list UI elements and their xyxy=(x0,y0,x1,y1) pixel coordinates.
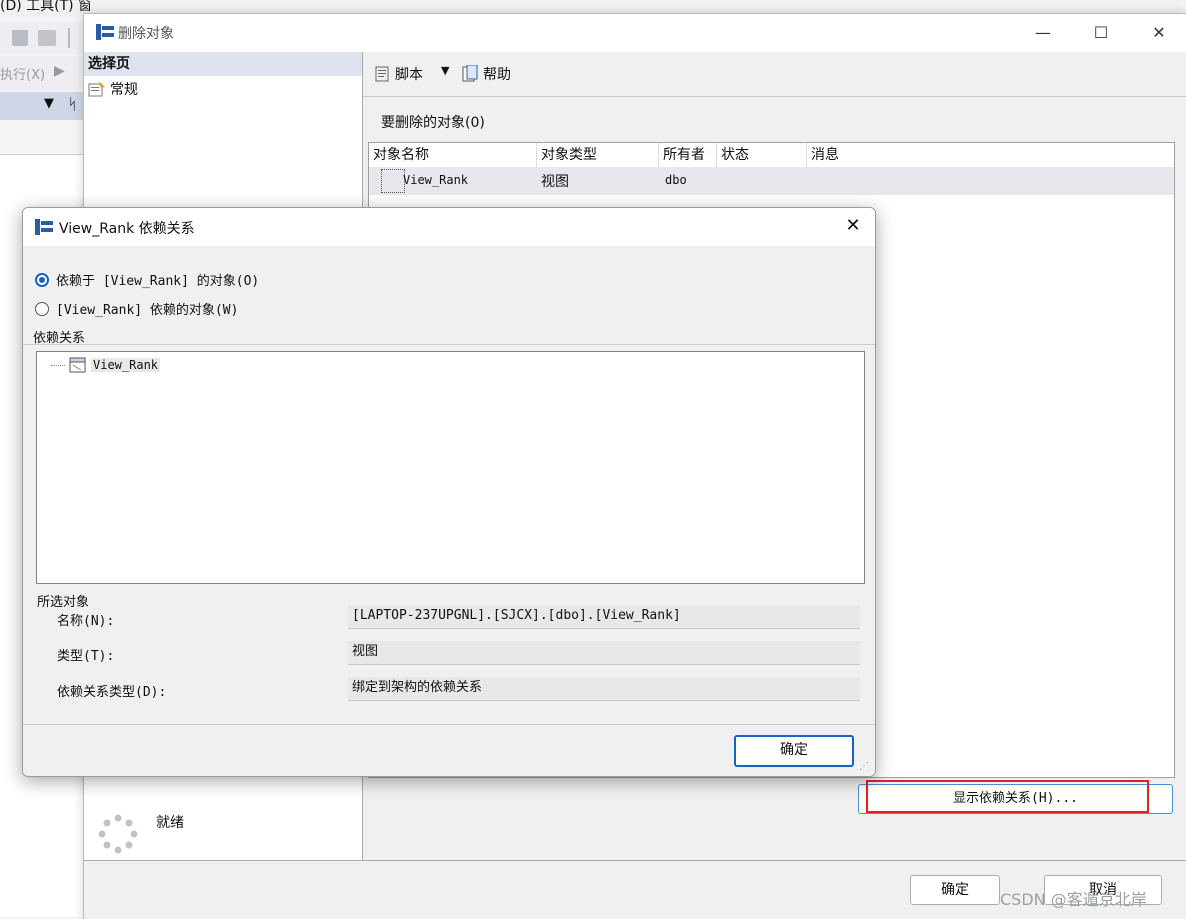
ok-button[interactable]: 确定 xyxy=(734,735,854,767)
radio-selected-icon xyxy=(35,272,49,287)
divider xyxy=(23,344,875,345)
toolbar-icons xyxy=(12,28,70,48)
name-field[interactable]: [LAPTOP-237UPGNL].[SJCX].[dbo].[View_Ran… xyxy=(348,605,860,629)
script-icon xyxy=(375,66,389,82)
ssms-menu-text[interactable]: (D) 工具(T) 窗口(W) 社区(C) 帮助(H) xyxy=(0,0,90,15)
ssms-exec-bar: 执行(X) ▶ xyxy=(0,56,84,90)
ssms-panel-header: ▼ ᛋ xyxy=(0,92,84,120)
row-icon xyxy=(381,169,405,193)
type-field[interactable]: 视图 xyxy=(348,641,860,665)
close-icon[interactable]: ✕ xyxy=(841,214,865,238)
cell-type: 视图 xyxy=(541,174,569,190)
dependency-type-field[interactable]: 绑定到架构的依赖关系 xyxy=(348,677,860,701)
dependencies-dialog: View_Rank 依赖关系 ✕ 依赖于 [View_Rank] 的对象(O) … xyxy=(22,207,876,777)
table-row[interactable]: View_Rank 视图 dbo xyxy=(369,167,1174,195)
highlight-box xyxy=(866,780,1149,813)
play-icon[interactable]: ▶ xyxy=(54,63,65,79)
page-item-label: 常规 xyxy=(110,82,138,98)
page-icon xyxy=(88,81,105,97)
help-icon xyxy=(462,65,478,82)
column-header[interactable]: 消息 xyxy=(807,143,1174,167)
script-label: 脚本 xyxy=(395,67,423,83)
view-icon xyxy=(69,357,86,373)
page-item-general[interactable]: 常规 xyxy=(88,79,138,99)
tree-line xyxy=(51,364,65,366)
column-header[interactable]: 所有者 xyxy=(659,143,717,167)
pin-icon[interactable]: ᛋ xyxy=(68,95,77,113)
ssms-toolbar xyxy=(0,22,84,54)
tree-item[interactable]: View_Rank xyxy=(51,357,161,373)
cell-owner: dbo xyxy=(665,173,687,187)
close-icon[interactable]: ✕ xyxy=(1136,18,1182,48)
script-dropdown-icon[interactable]: ▼ xyxy=(441,64,449,77)
delete-dialog-titlebar: 删除对象 — ☐ ✕ xyxy=(84,14,1186,52)
radio-label: [View_Rank] 依赖的对象(W) xyxy=(56,303,239,318)
resize-grip-icon[interactable]: ⋰ xyxy=(859,761,869,772)
column-header[interactable]: 状态 xyxy=(717,143,807,167)
progress-spinner-icon xyxy=(98,814,138,854)
dialog-app-icon xyxy=(35,219,53,239)
dependencies-title: View_Rank 依赖关系 xyxy=(59,221,195,237)
delete-dialog-title: 删除对象 xyxy=(118,26,174,42)
watermark: CSDN @客遁京北岸 xyxy=(1000,890,1147,909)
type-field-label: 类型(T): xyxy=(57,649,115,664)
column-header[interactable]: 对象名称 xyxy=(369,143,537,167)
radio-depended-objects[interactable]: [View_Rank] 依赖的对象(W) xyxy=(35,299,238,318)
dependencies-button-bar: 确定 ⋰ xyxy=(23,724,875,776)
ssms-pane xyxy=(0,120,84,155)
dialog-toolbar: 脚本 ▼ 帮助 xyxy=(363,52,1186,97)
selected-object-group-label: 所选对象 xyxy=(37,595,90,610)
ssms-menubar: (D) 工具(T) 窗口(W) 社区(C) 帮助(H) xyxy=(0,0,90,16)
dialog-app-icon xyxy=(96,24,114,44)
tree-item-label: View_Rank xyxy=(91,358,161,372)
dropdown-arrow-icon[interactable]: ▼ xyxy=(44,96,54,111)
script-button[interactable]: 脚本 xyxy=(373,64,423,84)
select-page-header: 选择页 xyxy=(84,52,362,76)
dependency-tree: View_Rank xyxy=(36,351,865,584)
help-button[interactable]: 帮助 xyxy=(461,64,511,84)
minimize-icon[interactable]: — xyxy=(1020,18,1066,48)
radio-label: 依赖于 [View_Rank] 的对象(O) xyxy=(56,274,260,289)
dependencies-titlebar: View_Rank 依赖关系 ✕ xyxy=(23,208,875,246)
dependency-type-label: 依赖关系类型(D): xyxy=(57,685,167,700)
column-header[interactable]: 对象类型 xyxy=(537,143,659,167)
cell-name: View_Rank xyxy=(403,173,469,187)
status-ready: 就绪 xyxy=(156,815,184,831)
radio-dependent-objects[interactable]: 依赖于 [View_Rank] 的对象(O) xyxy=(35,270,259,289)
execute-button[interactable]: 执行(X) xyxy=(0,64,45,83)
name-field-label: 名称(N): xyxy=(57,614,115,629)
maximize-icon[interactable]: ☐ xyxy=(1078,18,1124,48)
help-label: 帮助 xyxy=(483,67,511,83)
ok-button[interactable]: 确定 xyxy=(910,875,1000,905)
radio-unselected-icon xyxy=(35,301,49,316)
objects-to-delete-label: 要删除的对象(0) xyxy=(381,115,485,131)
